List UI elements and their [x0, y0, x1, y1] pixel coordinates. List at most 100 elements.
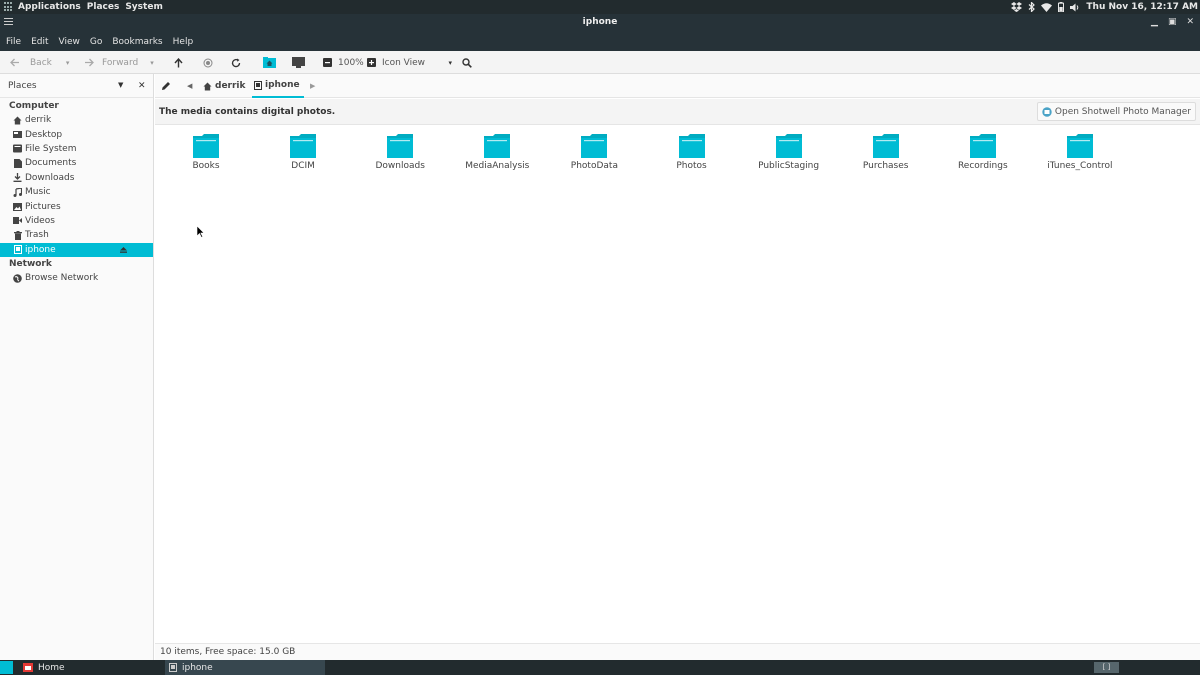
menu-bookmarks[interactable]: Bookmarks: [112, 37, 162, 47]
sidebar-item-derrik[interactable]: derrik: [0, 113, 153, 127]
folder-item[interactable]: Books: [161, 134, 251, 171]
sidebar-item-videos[interactable]: Videos: [0, 214, 153, 228]
zoom-out-icon: [323, 58, 332, 67]
section-network: Network: [9, 258, 52, 269]
folder-icon: [387, 134, 414, 158]
path-bar: ◀ derrik iphone ▶: [155, 74, 1200, 98]
folder-name: iTunes_Control: [1047, 161, 1113, 171]
view-mode-select[interactable]: Icon View ▾: [382, 51, 452, 74]
task-label: Home: [38, 662, 65, 673]
path-scroll-left[interactable]: ◀: [187, 74, 192, 98]
monitor-icon: [292, 57, 305, 68]
maximize-icon[interactable]: ▣: [1168, 17, 1177, 27]
phone-icon: [13, 245, 22, 255]
up-button[interactable]: [174, 51, 183, 74]
sidebar-item-music[interactable]: Music: [0, 185, 153, 199]
zoom-in-button[interactable]: [367, 51, 376, 74]
workspace-switcher[interactable]: [ ]: [1094, 662, 1119, 673]
sidebar-item-desktop[interactable]: Desktop: [0, 127, 153, 141]
sidebar-item-browse-network[interactable]: Browse Network: [0, 271, 153, 285]
folder-icon: [872, 134, 899, 158]
stop-button[interactable]: [203, 51, 213, 74]
folder-item[interactable]: Photos: [647, 134, 737, 171]
volume-icon[interactable]: [1070, 3, 1080, 12]
sidebar-item-file-system[interactable]: File System: [0, 142, 153, 156]
section-computer: Computer: [9, 101, 59, 111]
chevron-down-icon[interactable]: ▾: [66, 59, 70, 67]
dropbox-icon[interactable]: [1011, 2, 1023, 12]
folder-item[interactable]: Downloads: [355, 134, 445, 171]
folder-item[interactable]: PublicStaging: [744, 134, 834, 171]
menu-file[interactable]: File: [6, 37, 21, 47]
forward-button[interactable]: Forward ▾: [84, 51, 154, 74]
download-icon: [13, 173, 22, 183]
close-icon[interactable]: ✕: [1186, 17, 1194, 27]
folder-item[interactable]: DCIM: [258, 134, 348, 171]
folder-icon: [290, 134, 317, 158]
folder-item[interactable]: PhotoData: [549, 134, 639, 171]
sidebar-item-documents[interactable]: Documents: [0, 156, 153, 170]
menu-view[interactable]: View: [59, 37, 80, 47]
sidebar-item-label: Documents: [25, 158, 77, 169]
panel-menu-system[interactable]: System: [125, 2, 163, 12]
wifi-icon[interactable]: [1041, 2, 1053, 12]
menu-help[interactable]: Help: [173, 37, 194, 47]
path-scroll-right[interactable]: ▶: [310, 74, 315, 98]
folder-name: Purchases: [862, 161, 909, 171]
minimize-icon[interactable]: ▁: [1151, 17, 1158, 27]
system-tray: Thu Nov 16, 12:17 AM: [1011, 0, 1200, 14]
window-titlebar[interactable]: iphone ▁ ▣ ✕: [0, 14, 1200, 33]
search-button[interactable]: [462, 51, 472, 74]
zoom-in-icon: [367, 58, 376, 67]
sidebar-item-label: Downloads: [25, 172, 75, 183]
apps-grid-icon[interactable]: [4, 2, 14, 12]
open-shotwell-button[interactable]: Open Shotwell Photo Manager: [1036, 102, 1196, 121]
crumb-iphone[interactable]: iphone: [252, 74, 304, 98]
folder-item[interactable]: Purchases: [841, 134, 931, 171]
back-button[interactable]: Back ▾: [10, 51, 69, 74]
crumb-derrik[interactable]: derrik: [203, 74, 246, 98]
arrow-right-icon: [85, 58, 94, 67]
menu-edit[interactable]: Edit: [31, 37, 48, 47]
crumb-label: iphone: [265, 80, 300, 90]
computer-button[interactable]: [292, 51, 305, 74]
chevron-down-icon[interactable]: ▼: [118, 81, 123, 89]
chevron-down-icon[interactable]: ▾: [150, 59, 154, 67]
task-home[interactable]: Home: [19, 660, 159, 675]
status-bar: 10 items, Free space: 15.0 GB: [155, 643, 1200, 660]
bottom-taskbar: Home iphone [ ]: [0, 660, 1200, 675]
shotwell-icon: [1042, 106, 1052, 117]
sidebar-item-downloads[interactable]: Downloads: [0, 171, 153, 185]
folder-name: MediaAnalysis: [465, 161, 530, 171]
zoom-out-button[interactable]: [323, 51, 332, 74]
reload-button[interactable]: [231, 51, 241, 74]
folder-home-icon: [23, 663, 33, 672]
menu-go[interactable]: Go: [90, 37, 102, 47]
folder-item[interactable]: Recordings: [938, 134, 1028, 171]
sidebar-item-label: File System: [25, 143, 77, 154]
home-folder-button[interactable]: [263, 51, 276, 74]
close-sidebar-icon[interactable]: ✕: [138, 81, 146, 91]
sidebar-header-label: Places: [8, 80, 37, 91]
sidebar-item-trash[interactable]: Trash: [0, 228, 153, 242]
eject-icon[interactable]: [120, 246, 127, 256]
panel-menu-places[interactable]: Places: [87, 2, 120, 12]
folder-name: PublicStaging: [758, 161, 820, 171]
sidebar-item-label: Music: [25, 187, 51, 198]
task-iphone[interactable]: iphone: [165, 660, 325, 675]
folder-icon: [969, 134, 996, 158]
sidebar-item-iphone[interactable]: iphone: [0, 242, 153, 257]
battery-icon[interactable]: [1058, 2, 1065, 12]
home-icon: [13, 116, 22, 125]
sidebar-item-pictures[interactable]: Pictures: [0, 199, 153, 213]
phone-icon: [254, 80, 262, 90]
folder-item[interactable]: iTunes_Control: [1035, 134, 1125, 171]
folder-item[interactable]: MediaAnalysis: [452, 134, 542, 171]
bluetooth-icon[interactable]: [1028, 2, 1036, 12]
panel-clock[interactable]: Thu Nov 16, 12:17 AM: [1086, 2, 1198, 12]
panel-menu-applications[interactable]: Applications: [18, 2, 81, 12]
network-icon: [13, 273, 22, 283]
toolbar: Back ▾ Forward ▾ 100% Icon View ▾: [0, 51, 1200, 74]
edit-location-button[interactable]: [161, 74, 171, 98]
show-desktop-icon[interactable]: [0, 661, 13, 674]
